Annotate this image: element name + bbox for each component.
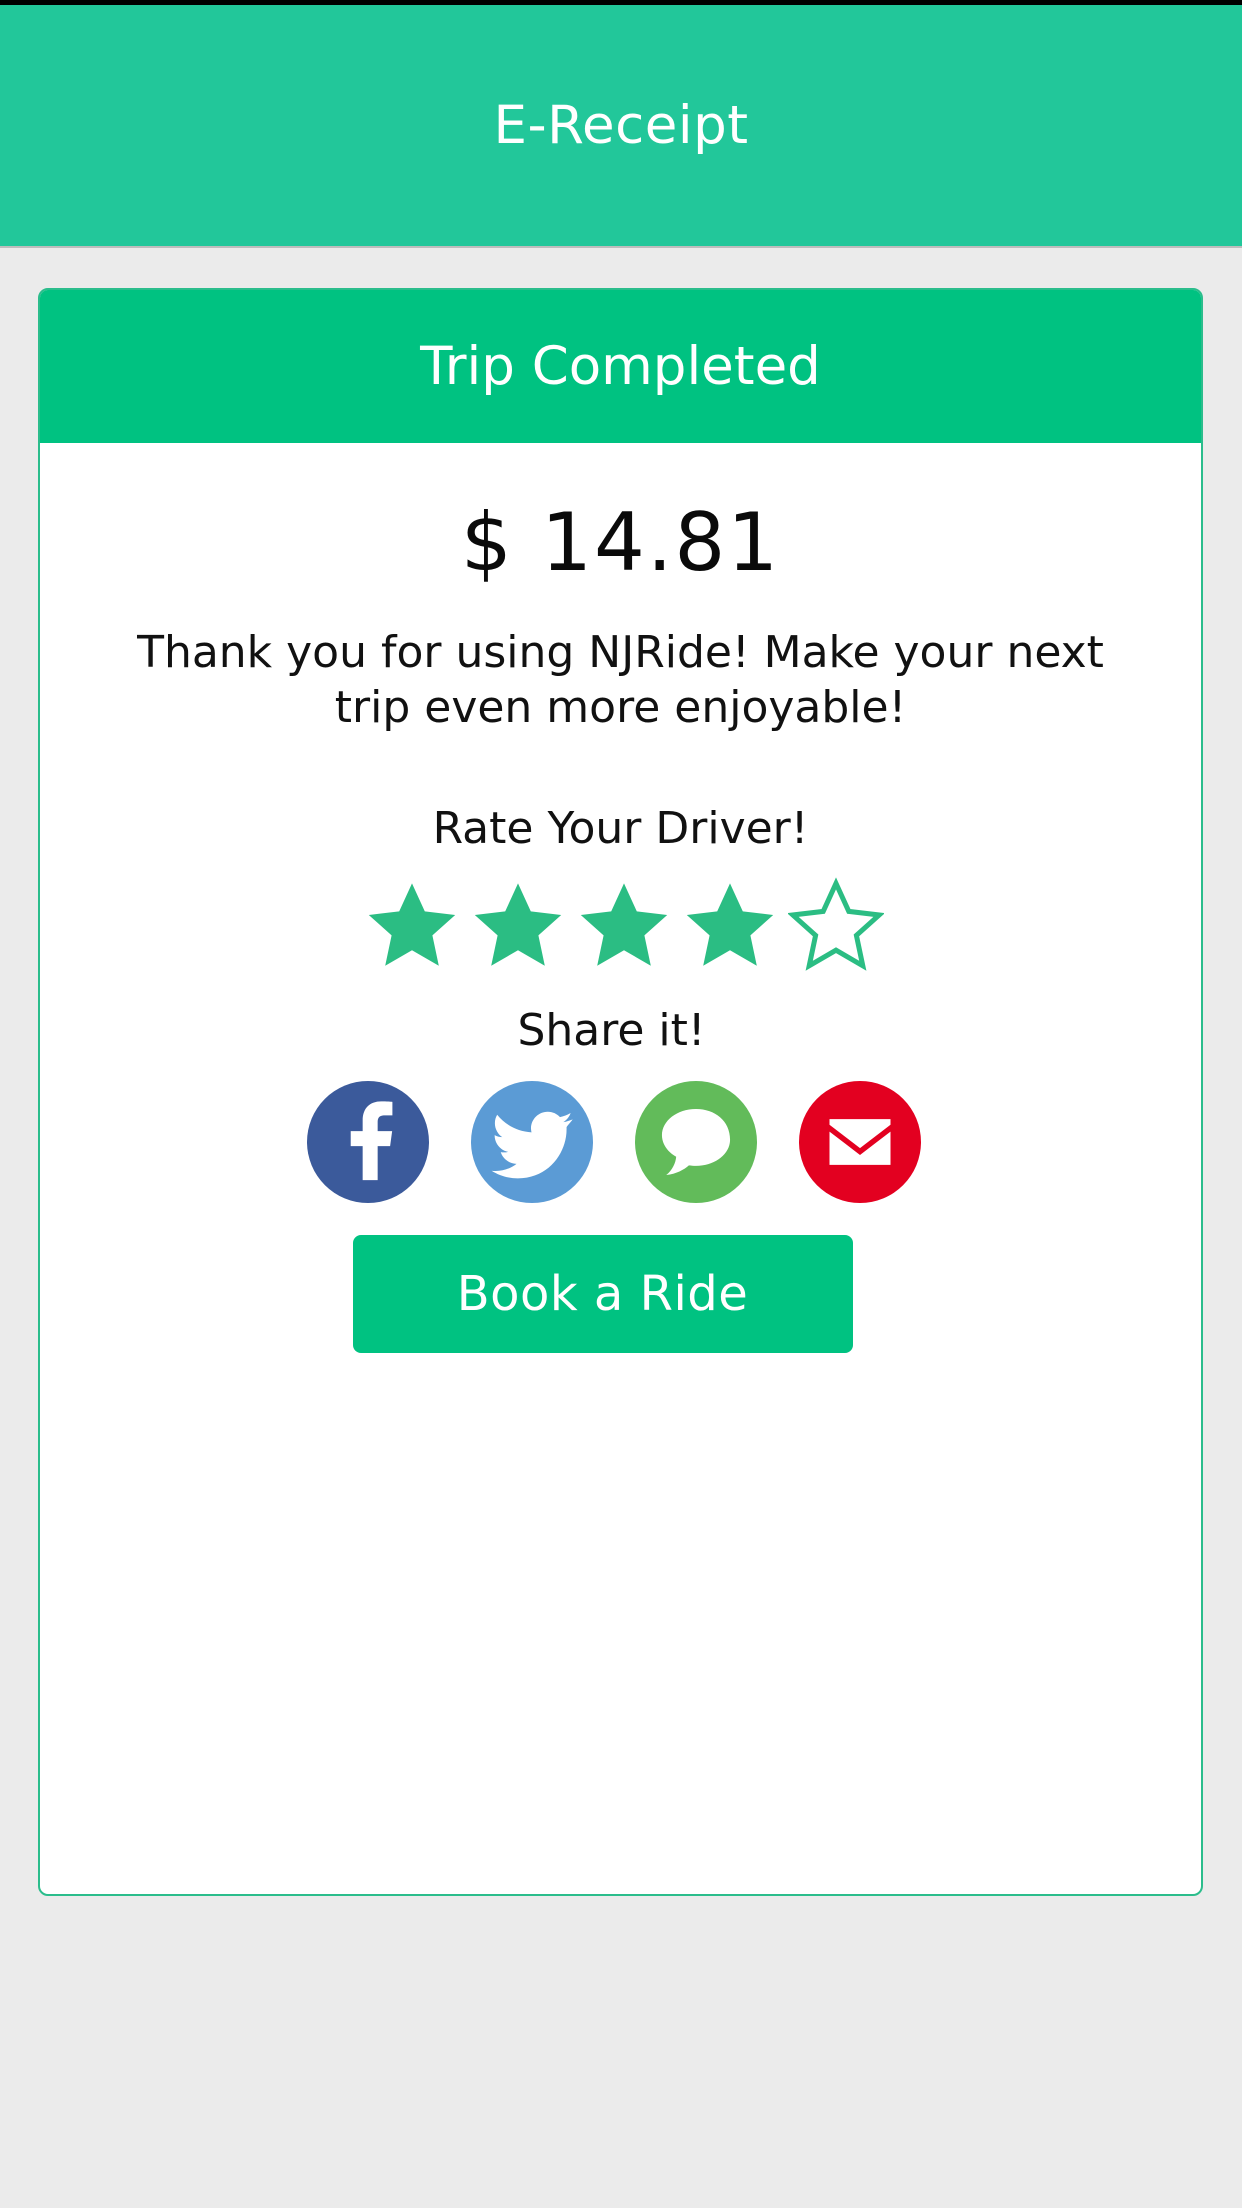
envelope-icon xyxy=(829,1119,890,1165)
star-3-icon[interactable] xyxy=(576,877,672,973)
star-2-icon[interactable] xyxy=(470,877,566,973)
star-rating[interactable] xyxy=(40,877,1201,973)
star-4-icon[interactable] xyxy=(682,877,778,973)
twitter-bird-icon xyxy=(491,1111,573,1179)
app-bar: E-Receipt xyxy=(0,5,1242,248)
thank-you-message: Thank you for using NJRide! Make your ne… xyxy=(40,625,1201,735)
share-label: Share it! xyxy=(517,1005,706,1056)
card-body: $ 14.81 Thank you for using NJRide! Make… xyxy=(40,443,1201,1353)
trip-status-title: Trip Completed xyxy=(420,336,821,397)
page-content: Trip Completed $ 14.81 Thank you for usi… xyxy=(0,250,1242,2208)
chat-bubble-icon xyxy=(661,1108,730,1176)
share-email-button[interactable] xyxy=(798,1081,921,1203)
book-button-container: Book a Ride xyxy=(40,1235,1201,1353)
star-5-icon[interactable] xyxy=(787,877,884,973)
thank-you-line-1: Thank you for using NJRide! Make your xyxy=(137,627,993,678)
star-1-icon[interactable] xyxy=(364,877,460,973)
share-message-button[interactable] xyxy=(634,1081,757,1203)
social-share-row xyxy=(40,1081,1201,1203)
page-title: E-Receipt xyxy=(493,95,749,156)
facebook-icon xyxy=(350,1101,392,1181)
fare-amount: $ 14.81 xyxy=(460,496,781,589)
card-header: Trip Completed xyxy=(40,290,1201,443)
share-twitter-button[interactable] xyxy=(470,1081,593,1203)
share-facebook-button[interactable] xyxy=(306,1081,429,1203)
receipt-card: Trip Completed $ 14.81 Thank you for usi… xyxy=(38,288,1203,1896)
rate-driver-label: Rate Your Driver! xyxy=(432,803,809,854)
book-a-ride-button[interactable]: Book a Ride xyxy=(352,1235,853,1353)
